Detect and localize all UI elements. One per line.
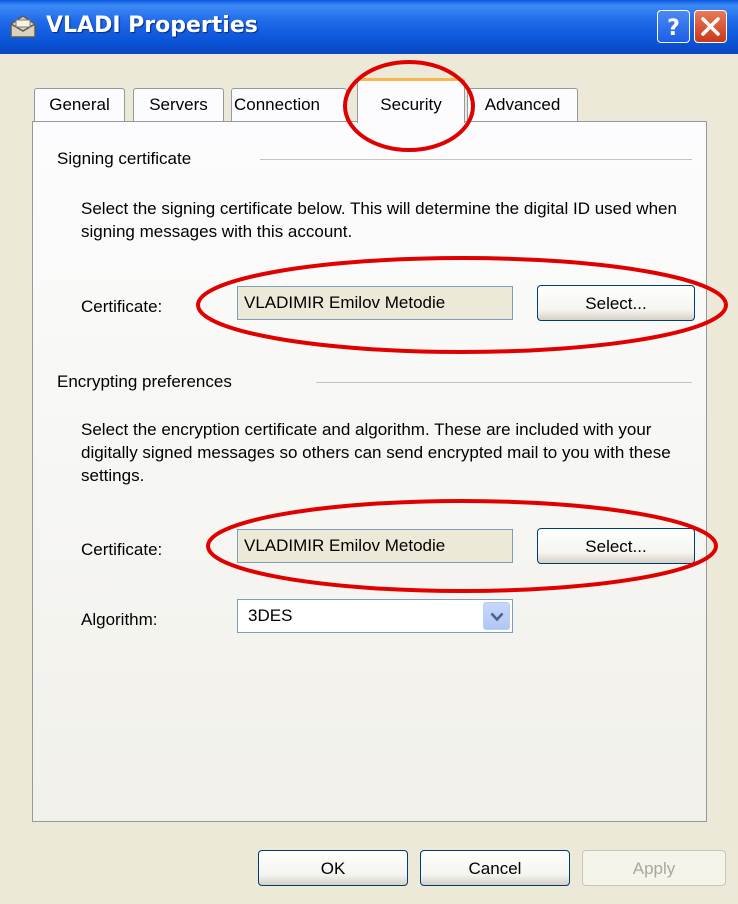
help-button[interactable]: ? [657,10,690,43]
title-bar[interactable]: VLADI Properties ? [0,0,738,54]
security-tab-panel: Signing certificate Select the signing c… [32,121,707,822]
encrypting-certificate-value: VLADIMIR Emilov Metodie [244,536,446,555]
signing-certificate-value: VLADIMIR Emilov Metodie [244,293,446,312]
apply-button[interactable]: Apply [582,850,726,886]
cancel-button[interactable]: Cancel [420,850,570,886]
tab-label: General [49,95,110,114]
encrypting-certificate-label: Certificate: [81,540,163,559]
tab-advanced[interactable]: Advanced [467,88,578,121]
envelope-icon [8,12,38,42]
algorithm-select[interactable]: 3DES [237,599,513,633]
signing-description: Select the signing certificate below. Th… [81,199,677,241]
algorithm-label: Algorithm: [81,610,158,629]
signing-group-label: Signing certificate [57,149,192,168]
properties-dialog: VLADI Properties ? General Servers Conne… [0,0,738,904]
encrypting-description: Select the encryption certificate and al… [81,420,671,485]
help-icon: ? [667,16,680,41]
close-button[interactable] [694,10,727,43]
tab-label: Connection [234,95,321,114]
tab-general[interactable]: General [34,88,125,121]
tab-label: Advanced [484,95,561,114]
tab-security[interactable]: Security [357,78,465,123]
signing-select-button[interactable]: Select... [537,285,695,321]
encrypting-certificate-field: VLADIMIR Emilov Metodie [237,529,513,563]
close-icon [701,17,720,36]
ok-button[interactable]: OK [258,850,408,886]
chevron-down-icon[interactable] [483,602,510,630]
encrypting-select-button[interactable]: Select... [537,528,695,564]
svg-text:?: ? [667,16,680,41]
algorithm-value: 3DES [248,606,293,625]
encrypting-group-divider [316,382,692,383]
signing-group-divider [260,159,692,160]
window-title: VLADI Properties [46,13,258,38]
tab-label: Security [380,95,442,114]
signing-select-label: Select... [585,294,647,313]
ok-label: OK [320,859,346,878]
tab-connection[interactable]: Connection [231,88,347,121]
apply-label: Apply [632,859,676,878]
signing-certificate-label: Certificate: [81,297,163,316]
encrypting-select-label: Select... [585,537,647,556]
signing-certificate-field: VLADIMIR Emilov Metodie [237,286,513,320]
tab-label: Servers [149,95,208,114]
cancel-label: Cancel [468,859,522,878]
encrypting-group-label: Encrypting preferences [57,372,232,391]
tab-servers[interactable]: Servers [133,88,224,121]
